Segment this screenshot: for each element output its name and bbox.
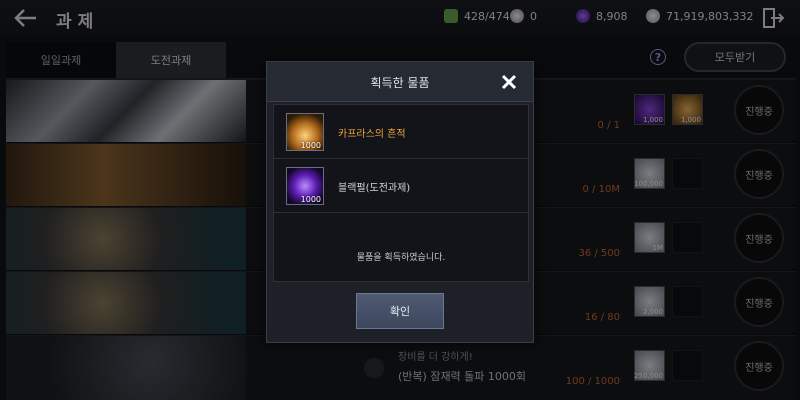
acquired-items-dialog: 획득한 물품 1000 카프라스의 흔적 1000 블랙펄(도전과제) 물품을 …	[266, 61, 534, 343]
acquired-notice: 물품을 획득하였습니다.	[356, 253, 446, 263]
confirm-button[interactable]: 확인	[356, 293, 444, 329]
dialog-title: 획득한 물품	[370, 76, 430, 90]
item-name: 블랙펄(도전과제)	[338, 183, 411, 194]
dialog-header: 획득한 물품	[267, 62, 533, 102]
list-item: 1000 카프라스의 흔적	[274, 105, 528, 159]
list-item: 1000 블랙펄(도전과제)	[274, 159, 528, 213]
close-icon[interactable]	[500, 73, 518, 91]
item-name: 카프라스의 흔적	[338, 129, 406, 140]
kapras-trace-item-icon: 1000	[286, 113, 324, 151]
black-pearl-item-icon: 1000	[286, 167, 324, 205]
